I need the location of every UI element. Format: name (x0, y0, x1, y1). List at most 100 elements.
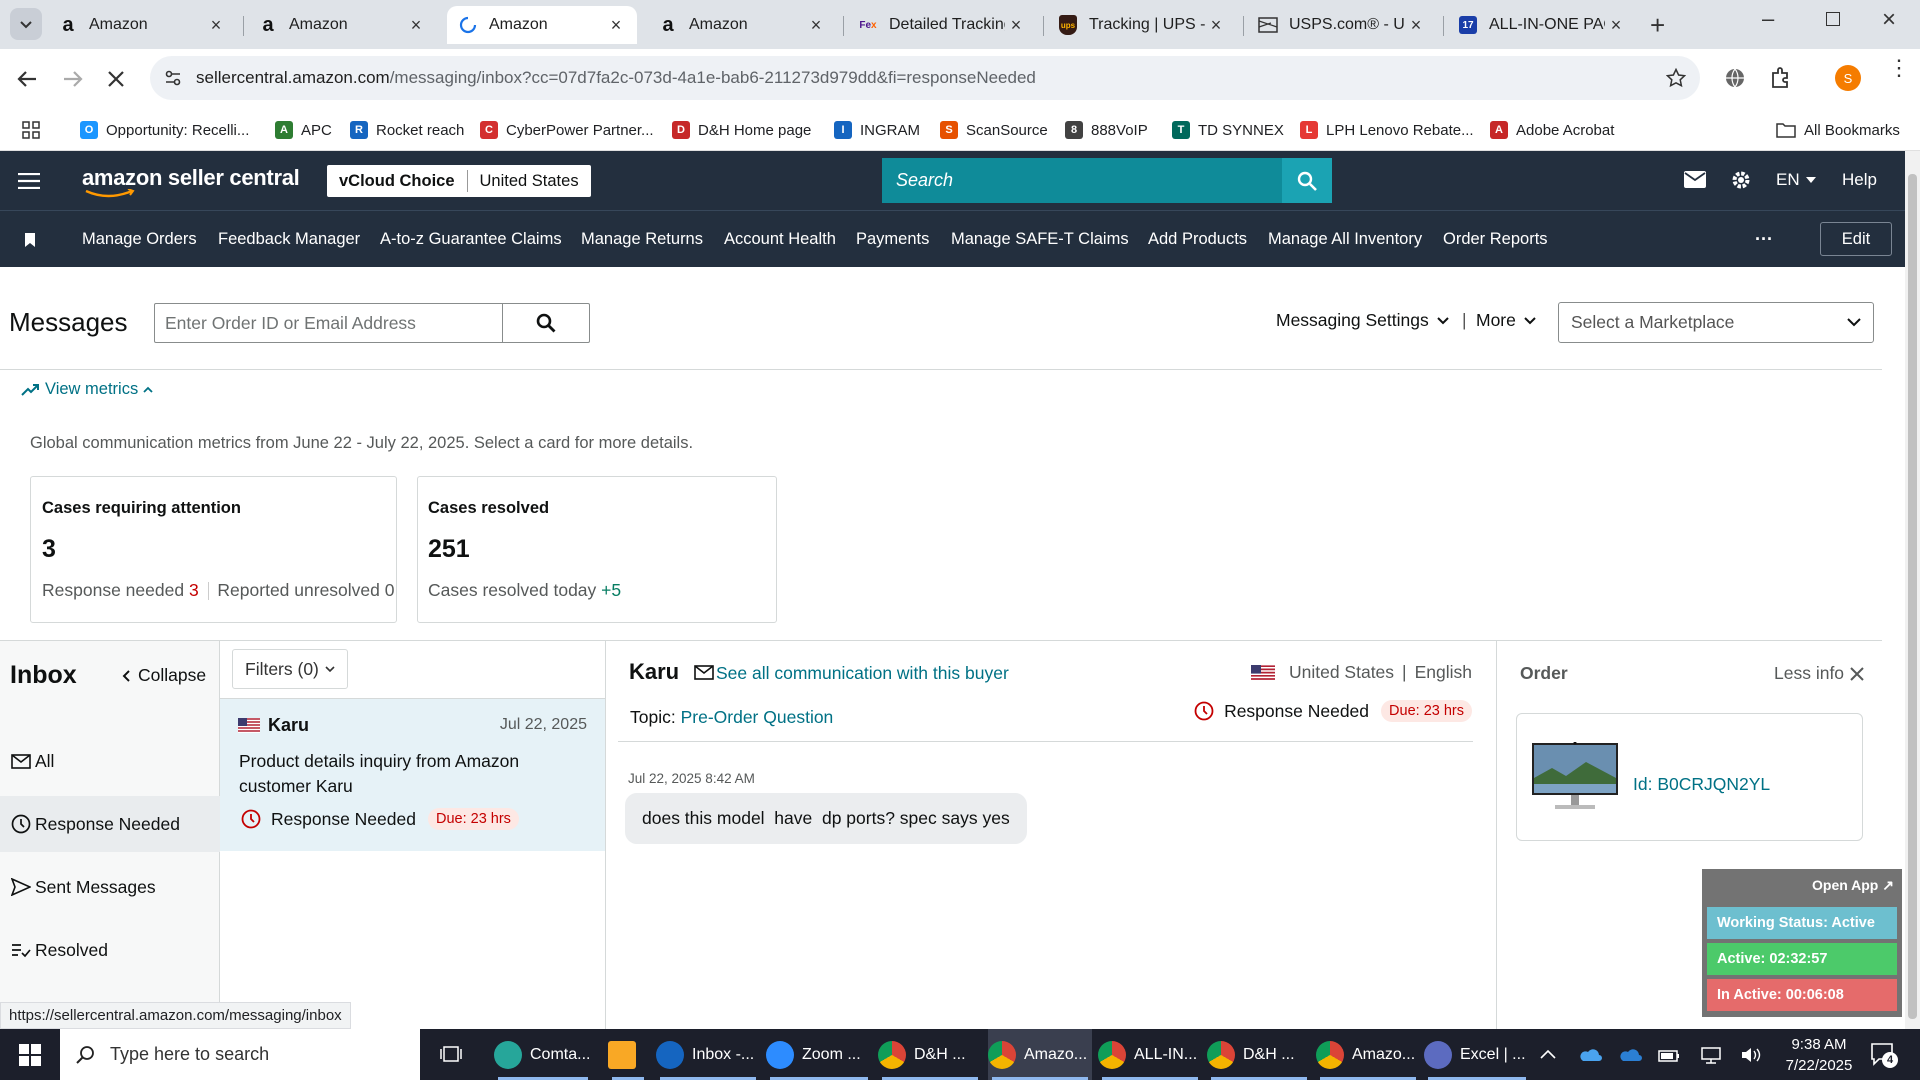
bookmark-star-icon[interactable] (1666, 68, 1686, 88)
close-tab-icon[interactable]: × (1205, 15, 1227, 36)
notifications-button[interactable]: 4 (1870, 1042, 1898, 1068)
browser-tab[interactable]: 17 ALL-IN-ONE PAC × (1447, 6, 1637, 44)
taskbar-app[interactable]: Comta... (494, 1029, 592, 1080)
forward-icon[interactable] (62, 69, 84, 89)
order-product-card[interactable]: Id: B0CRJQN2YL (1516, 713, 1863, 841)
close-tab-icon[interactable]: × (605, 15, 627, 36)
bookmark-item[interactable]: A APC (275, 109, 332, 151)
global-search-input[interactable]: Search (882, 170, 1282, 191)
nav-item[interactable]: Manage Orders (82, 211, 197, 268)
profile-avatar[interactable]: S (1835, 65, 1861, 91)
minimize-button[interactable]: – (1762, 6, 1774, 32)
inbox-filter-item[interactable]: Sent Messages (0, 859, 220, 915)
bookmark-item[interactable]: L LPH Lenovo Rebate... (1300, 109, 1474, 151)
taskbar-app[interactable]: Amazo... (988, 1029, 1092, 1080)
global-search[interactable]: Search (882, 158, 1332, 203)
taskbar-app[interactable]: Amazo... (1316, 1029, 1420, 1080)
help-link[interactable]: Help (1842, 170, 1877, 190)
battery-icon[interactable] (1658, 1047, 1680, 1063)
browser-tab[interactable]: Fex Detailed Tracking × (847, 6, 1037, 44)
language-selector[interactable]: EN (1776, 170, 1816, 190)
order-search-button[interactable] (503, 304, 589, 342)
bookmark-item[interactable]: R Rocket reach (350, 109, 464, 151)
order-search-input[interactable]: Enter Order ID or Email Address (155, 304, 503, 342)
task-view-icon[interactable] (440, 1044, 462, 1064)
marketplace-select[interactable]: Select a Marketplace (1558, 302, 1874, 343)
close-window-button[interactable]: × (1882, 6, 1896, 34)
browser-tab[interactable]: USPS.com® - US × (1247, 6, 1437, 44)
metric-card-resolved[interactable]: Cases resolved 251 Cases resolved today … (417, 476, 777, 623)
open-app-button[interactable]: Open App ↗ (1812, 877, 1894, 894)
settings-gear-icon[interactable] (1730, 169, 1752, 191)
extensions-icon[interactable] (1770, 66, 1792, 90)
close-tab-icon[interactable]: × (1405, 15, 1427, 36)
close-tab-icon[interactable]: × (1605, 15, 1627, 36)
onedrive-icon[interactable] (1578, 1046, 1602, 1062)
windows-start-icon[interactable] (19, 1044, 41, 1066)
close-tab-icon[interactable]: × (805, 15, 827, 36)
browser-tab[interactable]: ups Tracking | UPS - U× (1047, 6, 1237, 44)
bookmark-item[interactable]: S ScanSource (940, 109, 1048, 151)
site-info-icon[interactable] (164, 69, 182, 87)
chevron-up-icon[interactable] (1540, 1049, 1556, 1059)
store-selector[interactable]: vCloud Choice United States (327, 165, 591, 197)
nav-edit-button[interactable]: Edit (1820, 222, 1892, 256)
nav-item[interactable]: Order Reports (1443, 211, 1548, 268)
bookmark-item[interactable]: T TD SYNNEX (1172, 109, 1284, 151)
inbox-filter-item[interactable]: Resolved (0, 922, 220, 978)
vpn-globe-icon[interactable] (1724, 67, 1746, 89)
taskbar-app[interactable]: D&H ... (878, 1029, 982, 1080)
browser-tab[interactable]: a Amazon × (47, 6, 237, 44)
mail-icon[interactable] (1684, 171, 1706, 188)
nav-item[interactable]: Manage All Inventory (1268, 211, 1422, 268)
onedrive-personal-icon[interactable] (1618, 1046, 1642, 1062)
tab-search-button[interactable] (10, 8, 42, 40)
taskbar-app[interactable]: Inbox -... (656, 1029, 760, 1080)
filters-button[interactable]: Filters (0) (232, 649, 348, 689)
inbox-filter-item[interactable]: Response Needed (0, 796, 220, 852)
global-search-button[interactable] (1282, 158, 1332, 203)
messaging-settings-dropdown[interactable]: Messaging Settings (1276, 310, 1449, 331)
bookmark-item[interactable]: D D&H Home page (672, 109, 811, 151)
browser-menu-icon[interactable]: ⋮ (1888, 57, 1910, 79)
close-tab-icon[interactable]: × (205, 15, 227, 36)
restore-button[interactable] (1826, 12, 1840, 26)
browser-tab[interactable]: Amazon × (447, 6, 637, 44)
hamburger-menu-icon[interactable] (18, 173, 40, 189)
collapse-button[interactable]: Collapse (122, 665, 206, 686)
page-scrollbar-thumb[interactable] (1908, 174, 1917, 1019)
taskbar-app[interactable]: Zoom ... (766, 1029, 872, 1080)
bookmark-item[interactable]: I INGRAM (834, 109, 920, 151)
nav-item[interactable]: A-to-z Guarantee Claims (380, 211, 562, 268)
more-dropdown[interactable]: More (1476, 310, 1536, 331)
taskbar-app[interactable] (608, 1029, 648, 1080)
browser-tab[interactable]: a Amazon × (247, 6, 437, 44)
network-icon[interactable] (1700, 1046, 1722, 1064)
back-icon[interactable] (16, 69, 38, 89)
bookmark-icon[interactable] (24, 233, 36, 247)
metric-card-attention[interactable]: Cases requiring attention 3 Response nee… (30, 476, 397, 623)
close-tab-icon[interactable]: × (1005, 15, 1027, 36)
view-metrics-toggle[interactable]: View metrics (21, 380, 153, 399)
message-list-item[interactable]: Karu Jul 22, 2025 Product details inquir… (220, 699, 605, 851)
new-tab-button[interactable]: + (1650, 10, 1665, 41)
all-bookmarks-button[interactable]: All Bookmarks (1776, 109, 1900, 151)
seller-central-logo[interactable]: amazon seller central (82, 165, 300, 198)
close-tab-icon[interactable]: × (405, 15, 427, 36)
stop-loading-icon[interactable] (106, 69, 126, 89)
taskbar-search[interactable]: Type here to search (60, 1029, 420, 1080)
taskbar-app[interactable]: ALL-IN... (1098, 1029, 1202, 1080)
nav-item[interactable]: Payments (856, 211, 929, 268)
nav-item[interactable]: Account Health (724, 211, 836, 268)
bookmark-item[interactable]: A Adobe Acrobat (1490, 109, 1614, 151)
nav-item[interactable]: Add Products (1148, 211, 1247, 268)
nav-more-button[interactable]: ··· (1755, 211, 1773, 268)
browser-tab[interactable]: a Amazon × (647, 6, 837, 44)
nav-item[interactable]: Feedback Manager (218, 211, 360, 268)
product-id-link[interactable]: Id: B0CRJQN2YL (1633, 774, 1770, 795)
nav-item[interactable]: Manage SAFE-T Claims (951, 211, 1129, 268)
nav-item[interactable]: Manage Returns (581, 211, 703, 268)
page-scrollbar[interactable] (1905, 151, 1920, 1029)
address-bar[interactable]: sellercentral.amazon.com/messaging/inbox… (150, 56, 1700, 100)
bookmark-item[interactable]: O Opportunity: Recelli... (80, 109, 249, 151)
